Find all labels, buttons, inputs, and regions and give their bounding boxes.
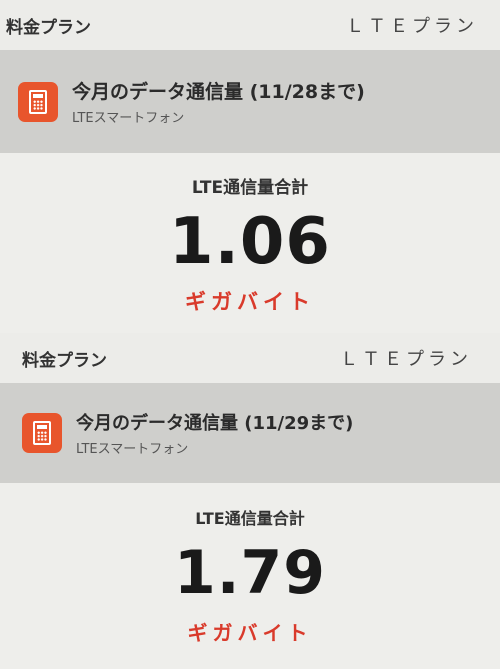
- screen: 料金プラン ＬＴＥプラン 今月のデータ通信量 (11/28まで) LTEスマート…: [0, 0, 500, 669]
- total-label: LTE通信量合計: [195, 509, 305, 528]
- plan-value: ＬＴＥプラン: [340, 349, 472, 370]
- total-value: 1.79: [173, 538, 327, 608]
- total-unit: ギガバイト: [187, 621, 313, 645]
- total-value: 1.06: [169, 205, 331, 279]
- total-label: LTE通信量合計: [191, 178, 309, 198]
- usage-title: 今月のデータ通信量 (11/28まで): [72, 81, 365, 103]
- usage-title: 今月のデータ通信量 (11/29まで): [76, 413, 354, 434]
- calculator-icon: [18, 81, 58, 122]
- plan-value: ＬＴＥプラン: [346, 16, 478, 37]
- usage-header-text: 今月のデータ通信量 (11/29まで) LTEスマートフォン: [76, 409, 353, 457]
- plan-label: 料金プラン: [22, 350, 107, 371]
- plan-row: 料金プラン ＬＴＥプラン: [0, 0, 500, 50]
- usage-subtitle: LTEスマートフォン: [76, 442, 189, 457]
- usage-header[interactable]: 今月のデータ通信量 (11/29まで) LTEスマートフォン: [0, 383, 500, 483]
- plan-row: 料金プラン ＬＴＥプラン: [0, 333, 500, 383]
- calculator-icon: [22, 413, 62, 453]
- total-unit: ギガバイト: [185, 290, 315, 314]
- total-card: LTE通信量合計 1.79 ギガバイト: [0, 483, 500, 669]
- plan-label: 料金プラン: [6, 17, 91, 38]
- total-card: LTE通信量合計 1.06 ギガバイト: [0, 153, 500, 333]
- usage-header-text: 今月のデータ通信量 (11/28まで) LTEスマートフォン: [72, 77, 365, 126]
- usage-subtitle: LTEスマートフォン: [72, 111, 185, 126]
- usage-header[interactable]: 今月のデータ通信量 (11/28まで) LTEスマートフォン: [0, 50, 500, 153]
